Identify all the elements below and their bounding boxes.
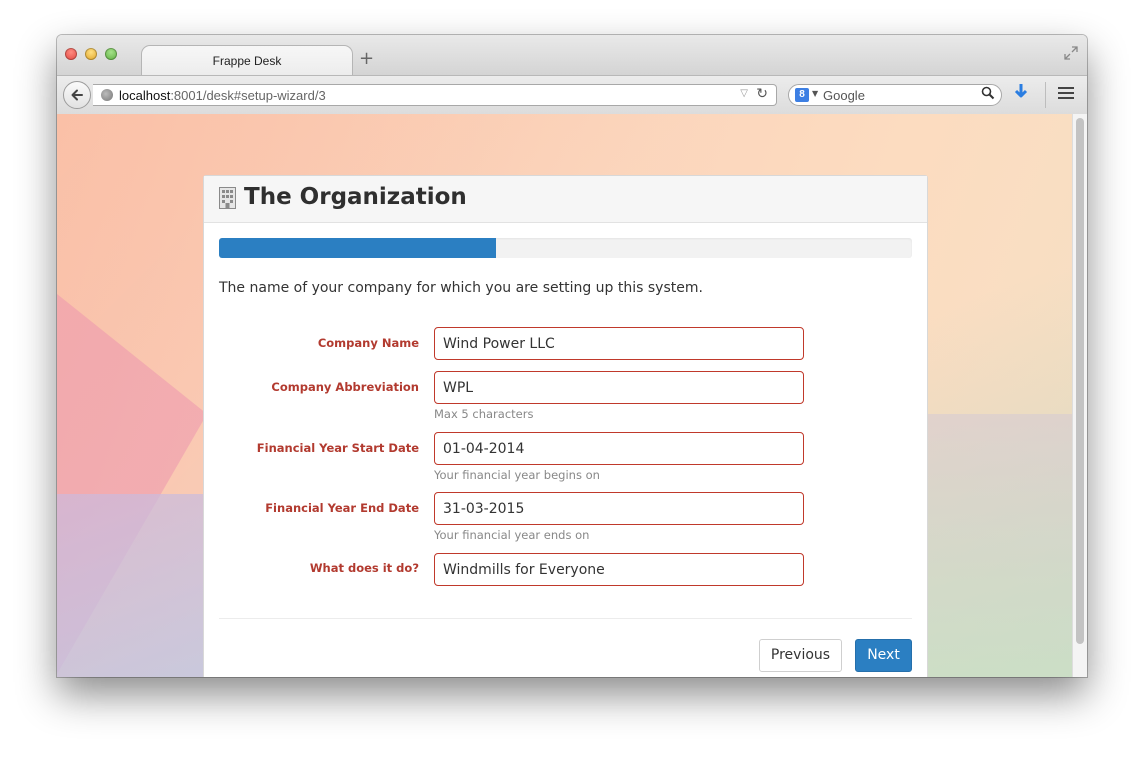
company-description-label: What does it do? <box>309 561 419 575</box>
reload-icon[interactable]: ↻ <box>756 86 768 102</box>
search-engine-caret-icon[interactable]: ▼ <box>812 89 818 98</box>
fy-start-date-help: Your financial year begins on <box>434 468 600 482</box>
company-abbreviation-input[interactable] <box>434 371 804 404</box>
navigation-bar: localhost:8001/desk#setup-wizard/3 ▽ ↻ 8… <box>57 75 1087 115</box>
search-placeholder: Google <box>823 88 865 103</box>
url-text[interactable]: localhost:8001/desk#setup-wizard/3 <box>119 88 326 103</box>
url-path: :8001/desk#setup-wizard/3 <box>170 88 326 103</box>
url-dropdown-icon[interactable]: ▽ <box>740 88 748 99</box>
fy-start-date-input[interactable] <box>434 432 804 465</box>
zoom-window-button[interactable] <box>105 48 117 60</box>
minimize-window-button[interactable] <box>85 48 97 60</box>
page-scrollbar[interactable] <box>1072 114 1087 677</box>
browser-window: Frappe Desk + localhost:8001/desk#setup-… <box>57 35 1087 677</box>
tab-title: Frappe Desk <box>212 54 282 68</box>
progress-fill <box>219 238 497 258</box>
company-abbreviation-label: Company Abbreviation <box>271 380 419 394</box>
close-window-button[interactable] <box>65 48 77 60</box>
back-arrow-icon <box>71 89 83 101</box>
search-engine-icon[interactable]: 8 <box>795 88 809 102</box>
setup-wizard-card: The Organization The name of your compan… <box>203 175 928 677</box>
globe-icon <box>101 89 113 101</box>
fy-end-date-input[interactable] <box>434 492 804 525</box>
company-description-input[interactable] <box>434 553 804 586</box>
page-title: The Organization <box>244 184 467 210</box>
next-button[interactable]: Next <box>855 639 912 672</box>
card-header: The Organization <box>204 176 927 223</box>
building-icon <box>219 187 236 209</box>
fy-end-date-help: Your financial year ends on <box>434 528 590 542</box>
search-bar[interactable]: 8 ▼ Google <box>788 84 1002 106</box>
page-viewport: The Organization The name of your compan… <box>57 114 1087 677</box>
back-button[interactable] <box>63 81 91 109</box>
hamburger-menu-icon[interactable] <box>1058 87 1074 102</box>
address-bar[interactable]: localhost:8001/desk#setup-wizard/3 ▽ ↻ <box>93 84 777 106</box>
fullscreen-icon[interactable] <box>1064 46 1078 60</box>
background-shape <box>57 494 217 677</box>
company-abbreviation-help: Max 5 characters <box>434 407 534 421</box>
new-tab-button[interactable]: + <box>359 50 374 68</box>
url-host: localhost <box>119 88 171 103</box>
search-icon[interactable] <box>981 86 995 104</box>
download-arrow-icon[interactable] <box>1013 83 1029 106</box>
scrollbar-thumb[interactable] <box>1076 118 1084 644</box>
footer-divider <box>219 618 912 619</box>
title-bar: Frappe Desk + <box>57 35 1087 76</box>
toolbar-separator <box>1045 82 1046 108</box>
company-name-label: Company Name <box>317 336 419 350</box>
fy-start-date-label: Financial Year Start Date <box>256 441 419 455</box>
background-shape <box>917 414 1087 677</box>
intro-text: The name of your company for which you a… <box>219 280 703 296</box>
fy-end-date-label: Financial Year End Date <box>265 501 419 515</box>
company-name-input[interactable] <box>434 327 804 360</box>
progress-bar <box>219 238 912 258</box>
browser-tab[interactable]: Frappe Desk <box>141 45 353 76</box>
previous-button[interactable]: Previous <box>759 639 842 672</box>
